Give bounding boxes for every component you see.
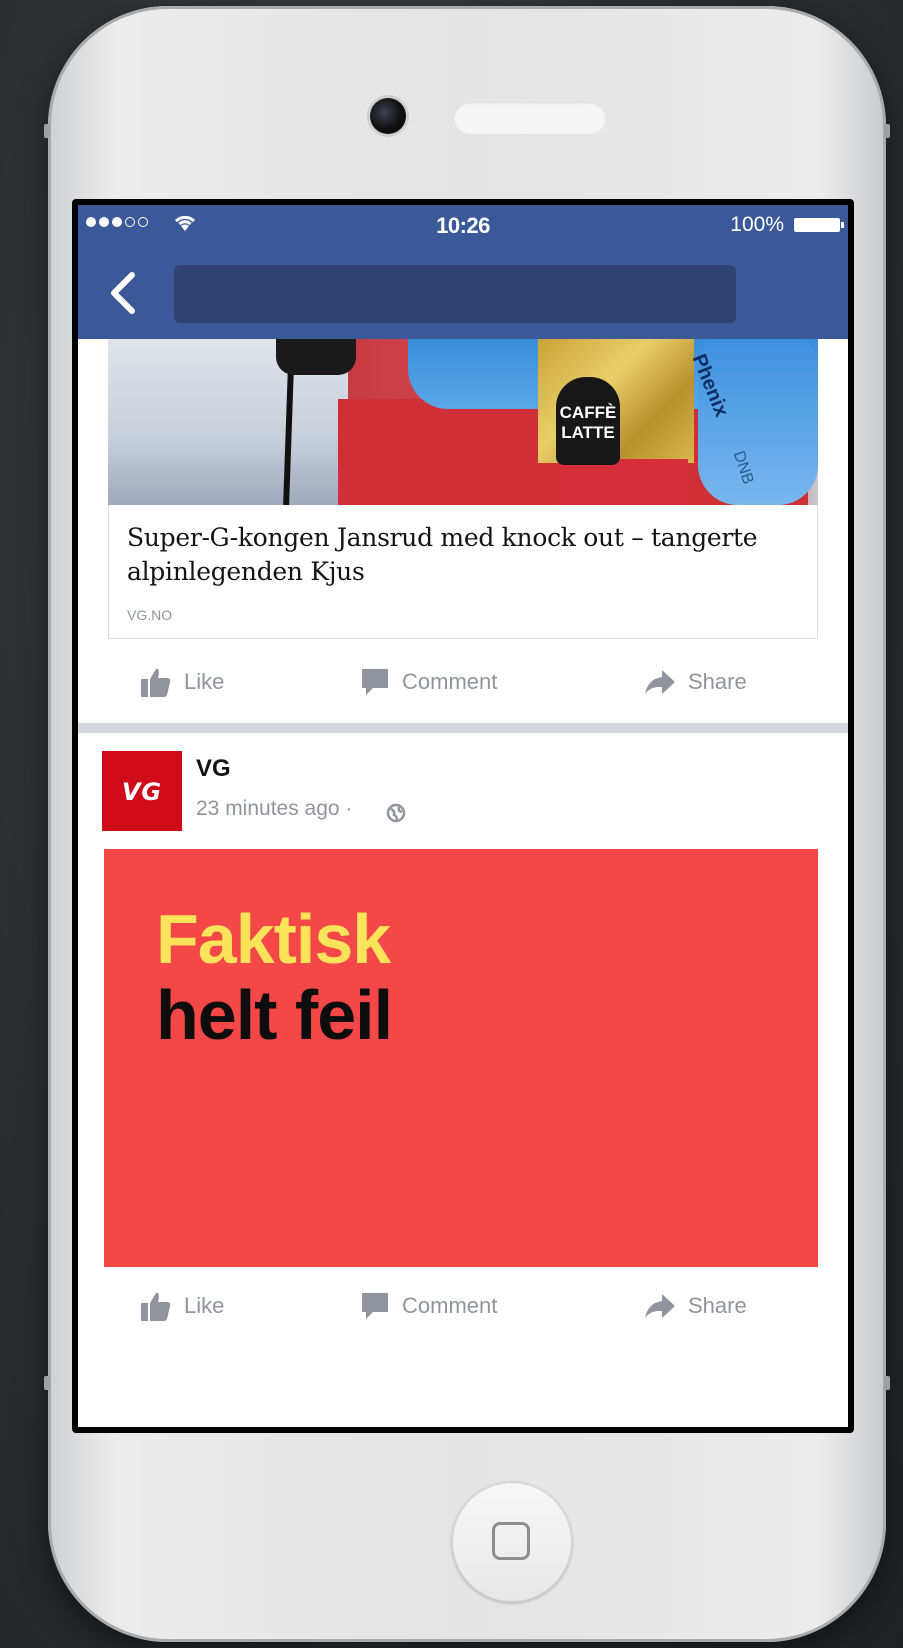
like-button[interactable]: Like bbox=[140, 657, 224, 707]
share-button[interactable]: Share bbox=[644, 1281, 747, 1331]
bib-label: CAFFÈ LATTE bbox=[556, 377, 620, 465]
facebook-header: 10:26 100% bbox=[78, 205, 848, 339]
front-camera bbox=[370, 98, 406, 134]
status-bar: 10:26 100% bbox=[78, 205, 848, 245]
phone-screen: 10:26 100% CAFFÈ LATTE Phenix DNB Super-… bbox=[72, 199, 854, 1433]
news-feed-post: VG VG 23 minutes ago · Faktisk helt feil… bbox=[78, 733, 848, 1427]
phone-side-button bbox=[884, 1376, 890, 1390]
like-button[interactable]: Like bbox=[140, 1281, 224, 1331]
page-avatar[interactable]: VG bbox=[102, 751, 182, 831]
app-display: 10:26 100% CAFFÈ LATTE Phenix DNB Super-… bbox=[78, 205, 848, 1427]
share-button[interactable]: Share bbox=[644, 657, 747, 707]
image-headline-line1: Faktisk bbox=[156, 900, 391, 978]
comment-button[interactable]: Comment bbox=[360, 1281, 497, 1331]
link-preview[interactable]: Super-G-kongen Jansrud med knock out – t… bbox=[108, 505, 818, 639]
like-label: Like bbox=[184, 669, 225, 694]
share-arrow-icon bbox=[645, 1294, 675, 1318]
post-actions: Like Comment Share bbox=[78, 657, 848, 707]
feed-divider bbox=[78, 723, 848, 733]
comment-label: Comment bbox=[402, 1293, 498, 1318]
post-image[interactable]: Faktisk helt feil bbox=[104, 849, 818, 1267]
share-arrow-icon bbox=[645, 670, 675, 694]
post-timestamp[interactable]: 23 minutes ago · bbox=[196, 797, 352, 821]
comment-button[interactable]: Comment bbox=[360, 657, 497, 707]
battery-icon bbox=[794, 218, 844, 232]
comment-icon bbox=[362, 669, 388, 695]
earpiece-speaker bbox=[454, 102, 606, 134]
comment-label: Comment bbox=[402, 669, 498, 694]
share-label: Share bbox=[688, 1293, 747, 1318]
share-label: Share bbox=[688, 669, 747, 694]
thumbs-up-icon bbox=[141, 668, 171, 697]
comment-icon bbox=[362, 1293, 388, 1319]
search-input[interactable] bbox=[174, 265, 736, 323]
link-source: VG.NO bbox=[127, 607, 173, 623]
like-label: Like bbox=[184, 1293, 225, 1318]
news-feed-post: CAFFÈ LATTE Phenix DNB Super-G-kongen Ja… bbox=[78, 339, 848, 723]
page-name[interactable]: VG bbox=[196, 755, 231, 783]
thumbs-up-icon bbox=[141, 1292, 171, 1321]
phone-side-button bbox=[44, 1376, 50, 1390]
globe-icon bbox=[386, 803, 406, 828]
phone-side-button bbox=[884, 124, 890, 138]
image-headline-line2: helt feil bbox=[156, 976, 393, 1054]
phone-side-button bbox=[44, 124, 50, 138]
vg-logo-text: VG bbox=[121, 778, 163, 806]
link-title[interactable]: Super-G-kongen Jansrud med knock out – t… bbox=[127, 521, 807, 589]
home-square-icon bbox=[492, 1522, 530, 1560]
link-preview-image[interactable]: CAFFÈ LATTE Phenix DNB bbox=[108, 339, 818, 505]
chevron-left-icon[interactable] bbox=[102, 267, 142, 319]
post-actions: Like Comment Share bbox=[78, 1281, 848, 1331]
battery-percent: 100% bbox=[730, 213, 784, 236]
home-button[interactable] bbox=[452, 1482, 572, 1602]
